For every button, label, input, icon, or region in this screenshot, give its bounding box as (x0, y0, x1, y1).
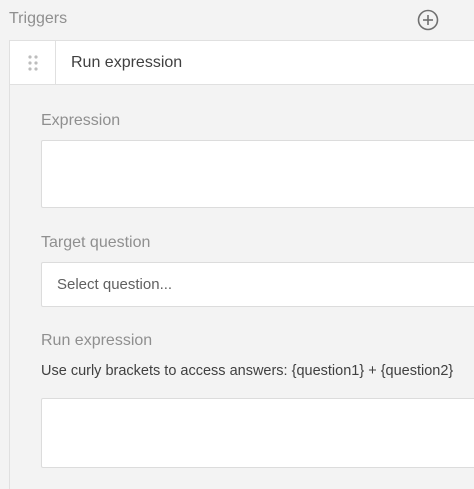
add-trigger-button[interactable] (417, 9, 439, 31)
run-expression-hint: Use curly brackets to access answers: {q… (41, 363, 454, 379)
target-question-label: Target question (41, 234, 151, 251)
triggers-panel: Triggers Run expression Expression Targe… (0, 0, 474, 489)
expression-input[interactable] (41, 140, 474, 208)
plus-circle-icon (417, 9, 439, 31)
drag-handle[interactable] (10, 41, 56, 84)
trigger-header[interactable]: Run expression (9, 40, 474, 85)
run-expression-input[interactable] (41, 398, 474, 468)
drag-handle-icon (27, 54, 38, 71)
triggers-title: Triggers (9, 10, 68, 27)
trigger-name[interactable]: Run expression (56, 41, 474, 84)
target-question-placeholder: Select question... (57, 276, 173, 293)
run-expression-label: Run expression (41, 332, 153, 349)
target-question-select[interactable]: Select question... (41, 262, 474, 307)
expression-label: Expression (41, 112, 121, 129)
trigger-body: Expression Target question Select questi… (9, 85, 474, 489)
